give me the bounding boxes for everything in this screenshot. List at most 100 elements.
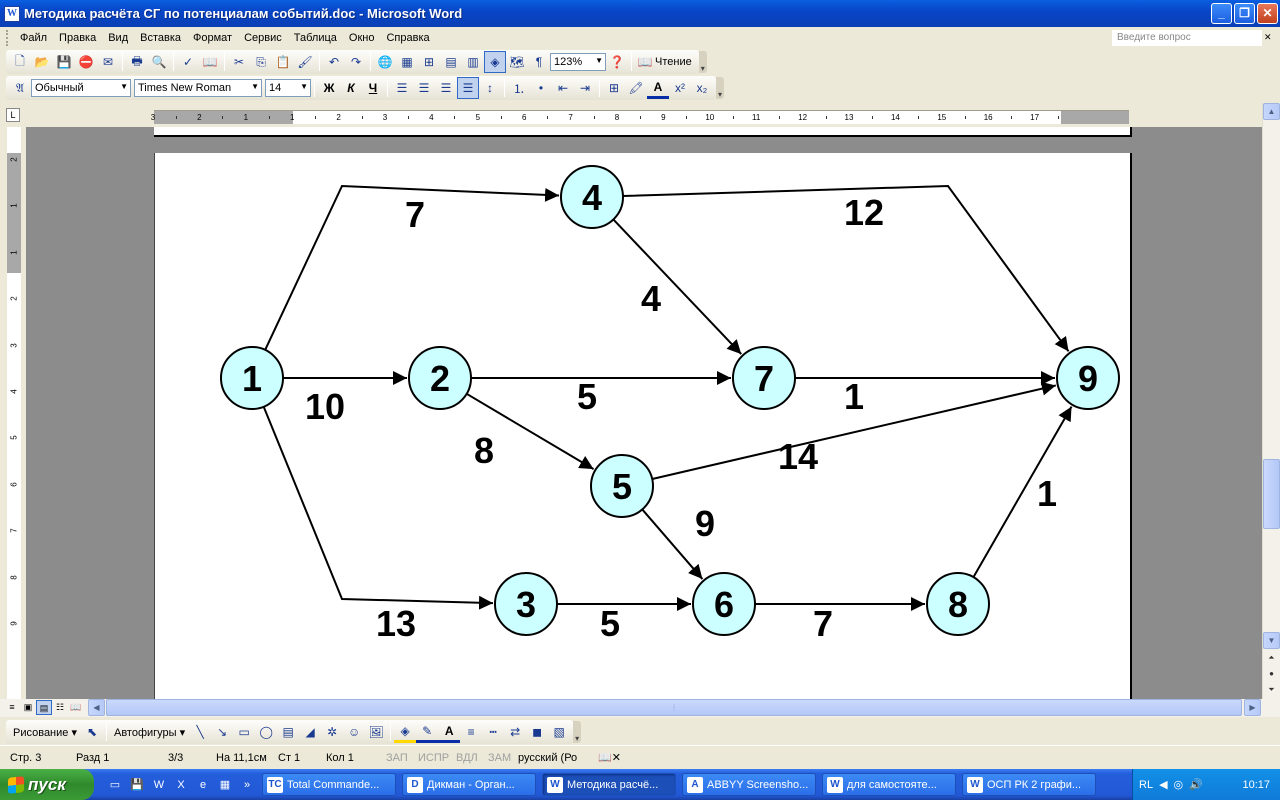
copy-icon[interactable]: ⎘ (250, 51, 272, 73)
insert-table-icon[interactable]: ⊞ (418, 51, 440, 73)
tables-borders-icon[interactable]: ▦ (396, 51, 418, 73)
status-overtype[interactable]: ЗАМ (478, 752, 511, 764)
menu-window[interactable]: Окно (343, 28, 381, 48)
justify-icon[interactable]: ☰ (457, 77, 479, 99)
menu-tools[interactable]: Сервис (238, 28, 288, 48)
fill-color-icon[interactable]: ◈ (394, 721, 417, 743)
3d-icon[interactable]: ▧ (548, 721, 570, 743)
web-view-icon[interactable]: ▣ (20, 700, 36, 715)
node-5[interactable]: 5 (590, 454, 654, 518)
textbox-icon[interactable]: ▤ (277, 721, 299, 743)
email-icon[interactable]: ✉ (97, 51, 119, 73)
ie-icon[interactable]: e (194, 776, 212, 794)
align-right-icon[interactable]: ☰ (435, 77, 457, 99)
back-icon[interactable]: ◀ (1159, 778, 1167, 791)
task-methodology-word[interactable]: W Методика расчё... (542, 773, 676, 796)
arrow-style-icon[interactable]: ⇄ (504, 721, 526, 743)
node-6[interactable]: 6 (692, 572, 756, 636)
highlight-icon[interactable]: 🖍 (625, 77, 647, 99)
horizontal-scrollbar[interactable]: ≡ ▣ ▤ ☷ 📖 ◀ ⦙ ▶ (0, 699, 1280, 717)
font-combo[interactable]: Times New Roman ▼ (134, 79, 262, 97)
line-color-icon[interactable]: ✎ (416, 721, 439, 743)
status-extend[interactable]: ВДЛ (446, 752, 478, 764)
rectangle-icon[interactable]: ▭ (233, 721, 255, 743)
horizontal-scroll-thumb[interactable]: ⦙ (106, 699, 1242, 716)
node-3[interactable]: 3 (494, 572, 558, 636)
browse-object-icon[interactable]: ● (1263, 666, 1280, 683)
help-icon[interactable]: ❓ (606, 51, 628, 73)
scroll-left-button[interactable]: ◀ (88, 699, 105, 716)
columns-icon[interactable]: ▥ (462, 51, 484, 73)
redo-icon[interactable]: ↷ (345, 51, 367, 73)
start-button[interactable]: пуск (0, 769, 94, 800)
toolbar-options-icon[interactable]: ▾ (716, 77, 724, 99)
toolbar-options-icon[interactable]: ▾ (573, 721, 582, 743)
clipart-icon[interactable]: ☺ (343, 721, 365, 743)
print-icon[interactable]: 🖶 (126, 51, 148, 73)
autoshapes-menu-button[interactable]: Автофигуры ▾ (110, 726, 189, 739)
ask-question-input[interactable]: Введите вопрос (1112, 30, 1262, 46)
undo-icon[interactable]: ↶ (323, 51, 345, 73)
scroll-down-button[interactable]: ▼ (1263, 632, 1280, 649)
bullets-icon[interactable]: • (530, 77, 552, 99)
decrease-indent-icon[interactable]: ⇤ (552, 77, 574, 99)
node-9[interactable]: 9 (1056, 346, 1120, 410)
minimize-button[interactable]: _ (1211, 3, 1232, 24)
node-1[interactable]: 1 (220, 346, 284, 410)
scroll-right-button[interactable]: ▶ (1244, 699, 1261, 716)
underline-button[interactable]: Ч (362, 77, 384, 99)
vertical-scrollbar[interactable]: ▲ ▼ ⏶ ● ⏷ (1262, 103, 1280, 699)
print-preview-icon[interactable]: 🔍 (148, 51, 170, 73)
word-icon[interactable]: W (150, 776, 168, 794)
network-icon[interactable]: ◎ (1174, 778, 1184, 791)
scroll-up-button[interactable]: ▲ (1263, 103, 1280, 120)
show-desktop-icon[interactable]: ▭ (106, 776, 124, 794)
task-osp[interactable]: W ОСП РК 2 графи... (962, 773, 1096, 796)
bold-button[interactable]: Ж (318, 77, 340, 99)
menu-insert[interactable]: Вставка (134, 28, 187, 48)
menu-help[interactable]: Справка (380, 28, 435, 48)
next-page-icon[interactable]: ⏷ (1263, 682, 1280, 699)
drawing-icon[interactable]: ◈ (484, 51, 506, 73)
font-color-icon[interactable]: A (647, 77, 669, 99)
align-left-icon[interactable]: ☰ (391, 77, 413, 99)
sound-icon[interactable]: 🔊 (1189, 778, 1203, 791)
spelling-icon[interactable]: ✓ (177, 51, 199, 73)
picture-icon[interactable]: 🖼 (365, 721, 387, 743)
draw-menu-button[interactable]: Рисование ▾ (9, 726, 81, 739)
document-area[interactable]: 7 10 13 4 12 5 8 1 14 9 5 7 1 123456789 (26, 127, 1262, 699)
more-icon[interactable]: » (238, 776, 256, 794)
vertical-scroll-thumb[interactable] (1263, 459, 1280, 529)
oval-icon[interactable]: ◯ (255, 721, 277, 743)
font-color-icon[interactable]: A (438, 721, 461, 743)
numbering-icon[interactable]: ⒈ (508, 77, 530, 99)
new-document-icon[interactable]: 🗋 (9, 51, 31, 73)
tab-selector-icon[interactable]: L (6, 108, 20, 122)
menu-view[interactable]: Вид (102, 28, 134, 48)
hyperlink-icon[interactable]: 🌐 (374, 51, 396, 73)
subscript-icon[interactable]: x₂ (691, 77, 713, 99)
ask-close-icon[interactable]: ✕ (1264, 30, 1274, 44)
save-icon[interactable]: 💾 (53, 51, 75, 73)
edge-1-3[interactable] (262, 406, 494, 610)
line-icon[interactable]: ╲ (189, 721, 211, 743)
status-rec[interactable]: ЗАП (376, 752, 408, 764)
reading-view-icon[interactable]: 📖 (68, 700, 84, 715)
print-layout-icon[interactable]: ▤ (36, 700, 52, 715)
ruler-scale[interactable]: 3 2 1 1 2 3 4 5 6 7 8 9 10 11 12 13 14 15 16 17 (151, 110, 1129, 124)
zoom-combo[interactable]: 123% ▼ (550, 53, 606, 71)
italic-button[interactable]: К (340, 77, 362, 99)
excel-icon[interactable]: X (172, 776, 190, 794)
menu-file[interactable]: Файл (14, 28, 53, 48)
save-icon[interactable]: 💾 (128, 776, 146, 794)
normal-view-icon[interactable]: ≡ (4, 700, 20, 715)
wordart-icon[interactable]: ◢ (299, 721, 321, 743)
reading-button[interactable]: Чтение (655, 56, 696, 68)
insert-excel-icon[interactable]: ▤ (440, 51, 462, 73)
node-2[interactable]: 2 (408, 346, 472, 410)
menu-format[interactable]: Формат (187, 28, 238, 48)
menu-edit[interactable]: Правка (53, 28, 102, 48)
node-7[interactable]: 7 (732, 346, 796, 410)
open-folder-icon[interactable]: 📂 (31, 51, 53, 73)
edge-5-6[interactable] (641, 508, 704, 580)
